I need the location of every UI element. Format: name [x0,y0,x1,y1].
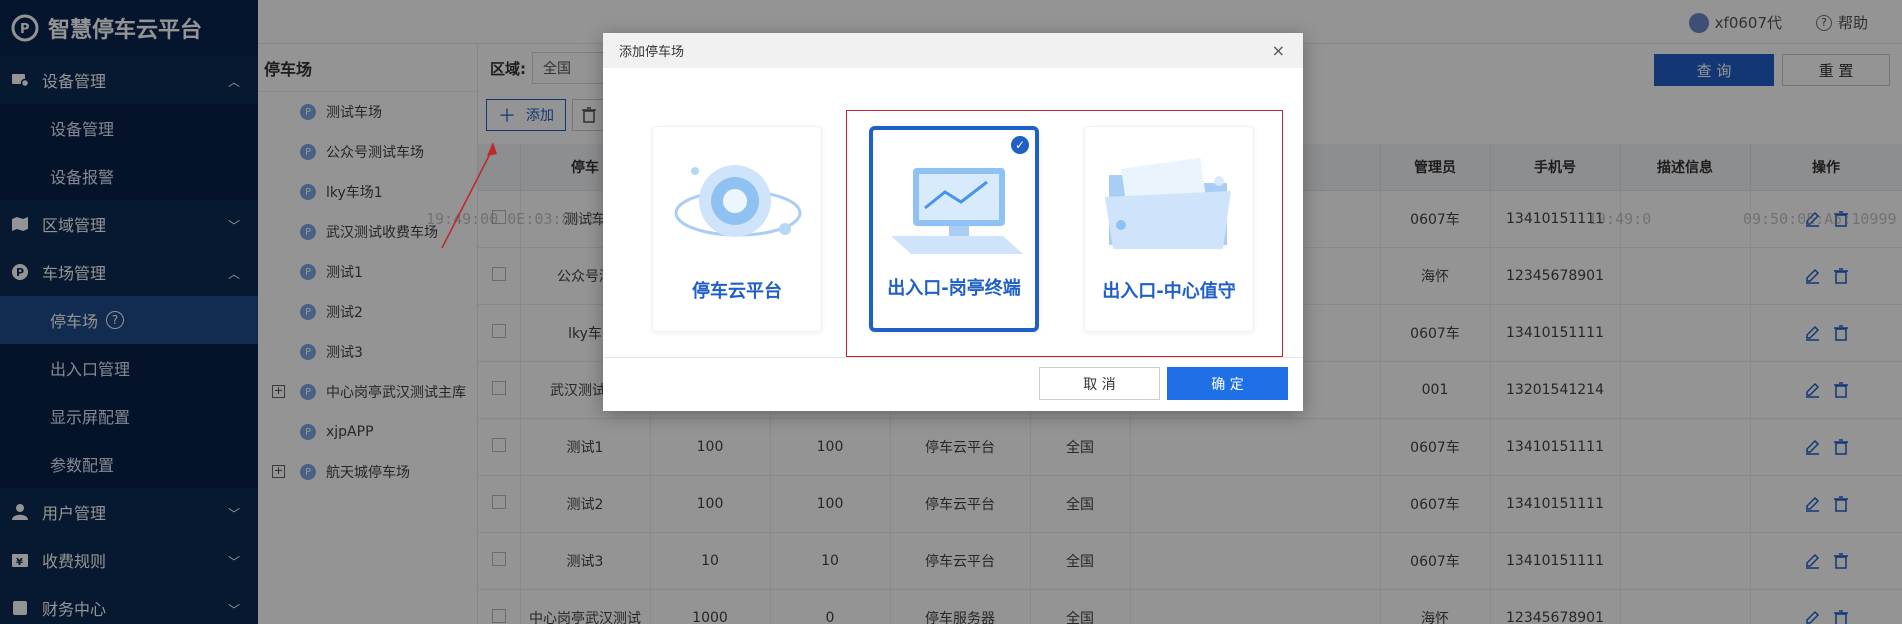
confirm-button[interactable]: 确 定 [1167,367,1288,400]
dialog-footer: 取 消 确 定 [603,358,1303,411]
cancel-button[interactable]: 取 消 [1039,367,1160,400]
card-label: 停车云平台 [692,281,782,302]
close-icon[interactable]: × [1272,41,1285,60]
dialog-title: 添加停车场 [619,45,685,60]
cloud-illustration-icon [674,165,802,237]
add-parking-dialog: 添加停车场 × 停车云平台 ✓ 出入口-岗亭终端 出入口-中心值守 取 消 确 … [603,33,1303,411]
card-label: 出入口-中心值守 [1102,281,1236,302]
monitor-illustration-icon [891,168,1023,254]
card-booth-terminal[interactable]: ✓ 出入口-岗亭终端 [869,126,1039,332]
card-label: 出入口-岗亭终端 [887,278,1021,299]
folder-illustration-icon [1105,157,1231,249]
type-cards: 停车云平台 ✓ 出入口-岗亭终端 出入口-中心值守 [603,68,1303,358]
dialog-header: 添加停车场 × [603,33,1303,68]
card-center-watch[interactable]: 出入口-中心值守 [1084,126,1254,332]
card-cloud-platform[interactable]: 停车云平台 [652,126,822,332]
